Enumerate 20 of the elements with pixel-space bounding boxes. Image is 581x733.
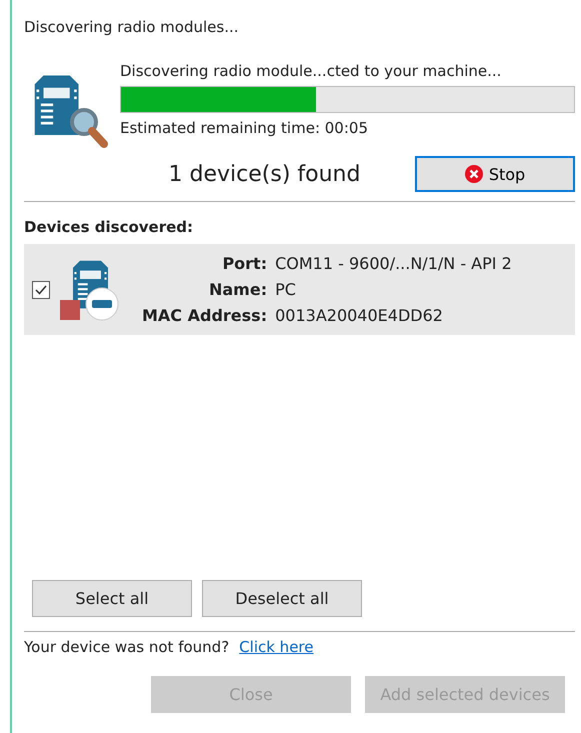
- stop-button[interactable]: Stop: [415, 156, 575, 192]
- devices-found-count: 1 device(s) found: [168, 162, 362, 186]
- field-value: PC: [275, 280, 297, 299]
- selection-button[interactable]: Deselect all: [202, 580, 362, 617]
- not-found-text: Your device was not found?: [24, 638, 230, 656]
- progress-message: Discovering radio module...cted to your machine...: [120, 62, 502, 80]
- device-item[interactable]: Port: COM11 - 9600/...N/1/N - API 2 Name: PC MAC Address: 0013A20040E4DD62: [24, 244, 575, 335]
- stop-icon: [464, 165, 483, 183]
- field-label: Name:: [208, 280, 268, 299]
- checkbox[interactable]: [32, 280, 50, 298]
- checkmark-icon: [35, 284, 47, 296]
- window-title: Discovering radio modules...: [24, 18, 240, 36]
- field-value: 0013A20040E4DD62: [275, 306, 444, 325]
- field-label: Port:: [221, 254, 268, 273]
- remaining-time: Estimated remaining time: 00:05: [120, 119, 369, 137]
- section-heading: Devices discovered:: [24, 218, 194, 236]
- field-label: MAC Address:: [142, 306, 268, 325]
- selection-button[interactable]: Select all: [32, 580, 192, 617]
- field-value: COM11 - 9600/...N/1/N - API 2: [275, 254, 512, 273]
- help-link[interactable]: Click here: [239, 638, 314, 656]
